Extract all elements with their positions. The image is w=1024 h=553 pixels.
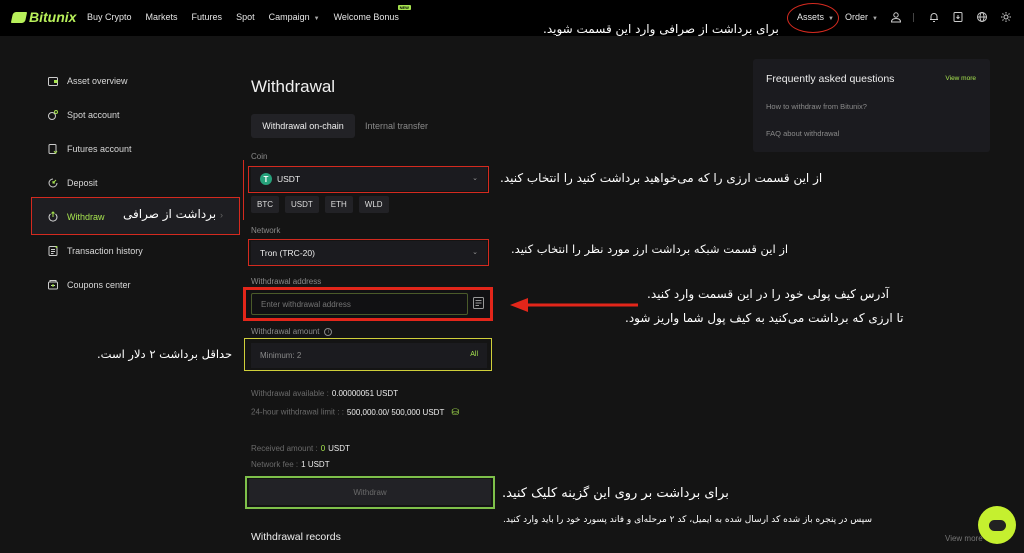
nav-order[interactable]: Order ▼ bbox=[845, 12, 878, 22]
sidebar-item-coupons-center[interactable]: Coupons center bbox=[40, 268, 240, 302]
sidebar: Asset overview Spot account Futures acco… bbox=[40, 64, 240, 302]
nav-futures[interactable]: Futures bbox=[192, 12, 223, 22]
arrow-left-icon bbox=[510, 298, 638, 312]
records-view-more-link[interactable]: View more bbox=[945, 534, 983, 543]
nav-markets[interactable]: Markets bbox=[146, 12, 178, 22]
logo-icon bbox=[10, 11, 28, 23]
nav-campaign[interactable]: Campaign ▼ bbox=[269, 12, 320, 22]
annotation-network: از این قسمت شبکه برداشت ارز مورد نظر را … bbox=[511, 242, 789, 256]
deposit-icon bbox=[48, 178, 58, 188]
sidebar-item-deposit[interactable]: Deposit bbox=[40, 166, 240, 200]
coin-chip-btc[interactable]: BTC bbox=[251, 196, 279, 213]
annotation-assets: برای برداشت از صرافی وارد این قسمت شوید. bbox=[543, 22, 779, 36]
nav-divider bbox=[913, 13, 914, 22]
assets-highlight-circle bbox=[787, 3, 839, 33]
withdrawal-records-title: Withdrawal records bbox=[251, 531, 341, 543]
annotation-coin: از این قسمت ارزی را که می‌خواهید برداشت … bbox=[500, 171, 823, 185]
sidebar-item-asset-overview[interactable]: Asset overview bbox=[40, 64, 240, 98]
annotation-address-1: آدرس کیف پولی خود را در این قسمت وارد کن… bbox=[647, 287, 889, 301]
amount-label: Withdrawal amount i bbox=[251, 327, 333, 336]
coin-highlight-box bbox=[248, 166, 489, 193]
nav-buy-crypto[interactable]: Buy Crypto bbox=[87, 12, 132, 22]
top-nav: Bitunix Buy Crypto Markets Futures Spot … bbox=[0, 0, 1024, 36]
withdraw-highlight-box bbox=[245, 476, 495, 509]
chat-icon bbox=[988, 519, 1006, 531]
network-label: Network bbox=[251, 226, 281, 235]
logo[interactable]: Bitunix bbox=[10, 9, 76, 25]
nav-links: Buy Crypto Markets Futures Spot Campaign… bbox=[87, 5, 411, 22]
limit-coin-icon[interactable]: ⛁ bbox=[451, 407, 459, 418]
coupon-icon bbox=[48, 280, 58, 290]
tab-withdrawal-on-chain[interactable]: Withdrawal on-chain bbox=[251, 114, 355, 138]
address-book-icon[interactable] bbox=[473, 297, 484, 309]
received-amount: Received amount :0 USDT bbox=[251, 444, 350, 453]
caret-down-icon: ▼ bbox=[872, 16, 878, 22]
nav-welcome-bonus[interactable]: Welcome Bonus NEW bbox=[334, 5, 411, 22]
amount-highlight-box bbox=[244, 338, 492, 371]
withdraw-icon bbox=[48, 211, 58, 222]
coin-chip-usdt[interactable]: USDT bbox=[285, 196, 319, 213]
wallet-icon bbox=[48, 77, 58, 86]
bell-icon[interactable] bbox=[928, 11, 940, 23]
info-icon[interactable]: i bbox=[324, 327, 333, 336]
page-title: Withdrawal bbox=[251, 77, 336, 96]
withdrawal-address-input[interactable] bbox=[251, 293, 468, 315]
annotation-2fa: سپس در پنجره باز شده کد ارسال شده به ایم… bbox=[503, 515, 872, 525]
history-icon bbox=[48, 246, 58, 256]
faq-card: Frequently asked questions View more How… bbox=[753, 59, 990, 152]
annotation-sidebar: برداشت از صرافی bbox=[123, 207, 217, 221]
nav-spot[interactable]: Spot bbox=[236, 12, 255, 22]
globe-icon[interactable] bbox=[976, 11, 988, 23]
faq-view-more-link[interactable]: View more bbox=[945, 75, 976, 82]
coins-icon bbox=[48, 110, 58, 120]
sidebar-item-spot-account[interactable]: Spot account bbox=[40, 98, 240, 132]
withdrawal-available: Withdrawal available :0.00000051 USDT bbox=[251, 389, 399, 398]
new-badge: NEW bbox=[397, 5, 411, 10]
coin-chips: BTC USDT ETH WLD bbox=[251, 196, 389, 213]
network-highlight-box bbox=[248, 239, 489, 266]
annotation-address-2: تا ارزی که برداشت می‌کنید به کیف پول شما… bbox=[625, 311, 904, 325]
sidebar-item-transaction-history[interactable]: Transaction history bbox=[40, 234, 240, 268]
annotation-withdraw: برای برداشت بر روی این گزینه کلیک کنید. bbox=[502, 486, 729, 501]
coin-side-mark bbox=[243, 160, 246, 220]
withdrawal-limit: 24-hour withdrawal limit : :500,000.00/ … bbox=[251, 407, 459, 418]
chevron-right-icon: › bbox=[220, 210, 223, 220]
coin-label: Coin bbox=[251, 152, 268, 161]
coin-chip-wld[interactable]: WLD bbox=[358, 196, 389, 213]
address-label: Withdrawal address bbox=[251, 277, 322, 286]
faq-title: Frequently asked questions bbox=[766, 73, 895, 85]
sidebar-item-futures-account[interactable]: Futures account bbox=[40, 132, 240, 166]
network-fee: Network fee :1 USDT bbox=[251, 460, 330, 469]
user-icon[interactable] bbox=[890, 11, 902, 23]
support-chat-button[interactable] bbox=[978, 506, 1016, 544]
tab-internal-transfer[interactable]: Internal transfer bbox=[365, 121, 428, 131]
download-app-icon[interactable] bbox=[952, 11, 964, 23]
coin-chip-eth[interactable]: ETH bbox=[324, 196, 353, 213]
caret-down-icon: ▼ bbox=[313, 16, 320, 22]
annotation-minimum: حداقل برداشت ۲ دلار است. bbox=[97, 347, 233, 361]
faq-question[interactable]: How to withdraw from Bitunix? bbox=[766, 102, 867, 111]
theme-sun-icon[interactable] bbox=[1000, 11, 1012, 23]
futures-icon bbox=[48, 144, 58, 154]
faq-question[interactable]: FAQ about withdrawal bbox=[766, 129, 839, 138]
